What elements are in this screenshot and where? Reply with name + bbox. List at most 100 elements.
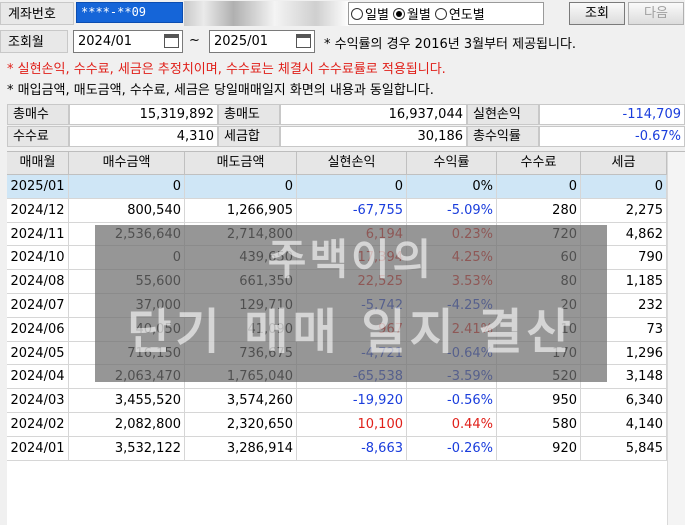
cell-buy-amount: 716,150 [69,341,185,366]
cell-buy-amount: 3,532,122 [69,436,185,461]
table-row[interactable]: 2024/03 3,455,520 3,574,260 -19,920 -0.56% 95… [7,389,685,413]
account-number-field[interactable]: ****-**09 [76,2,183,23]
col-month[interactable]: 매매월 [7,152,69,175]
cell-tax: 6,340 [581,389,667,413]
calendar-icon[interactable] [296,34,311,48]
cell-return-rate: 0% [407,175,497,199]
cell-tax: 232 [581,293,667,318]
cell-buy-amount: 55,600 [69,270,185,294]
cell-sell-amount: 1,765,040 [185,365,297,390]
cell-month: 2024/06 [7,317,69,342]
cell-return-rate: 2.41% [407,317,497,342]
cell-buy-amount: 2,082,800 [69,412,185,437]
cell-sell-amount: 129,710 [185,293,297,318]
cell-sell-amount: 3,574,260 [185,389,297,413]
table-row[interactable]: 2024/07 37,000 129,710 -5,742 -4.25% 20 232 [7,293,685,318]
account-name-redacted [184,1,349,26]
grid-header: 매매월 매수금액 매도금액 실현손익 수익률 수수료 세금 [7,152,685,175]
radio-yearly-dot[interactable] [434,7,447,20]
cell-tax: 2,275 [581,198,667,223]
monthly-trade-grid: 매매월 매수금액 매도금액 실현손익 수익률 수수료 세금 2025/01 0 0 0… [7,151,685,525]
cell-month: 2024/07 [7,293,69,318]
cell-buy-amount: 800,540 [69,198,185,223]
table-row[interactable]: 2024/06 40,050 41,090 967 2.41% 10 73 [7,317,685,342]
from-month-field[interactable]: 2024/01 [73,30,183,53]
cell-month: 2024/05 [7,341,69,366]
realized-pnl-value: -114,709 [539,104,685,125]
col-fee[interactable]: 수수료 [497,152,581,175]
to-month-value: 2025/01 [214,34,269,49]
tax-total-label: 세금합 [218,126,280,147]
total-buy-label: 총매수 [7,104,69,125]
calendar-icon[interactable] [164,34,179,48]
col-realized-pnl[interactable]: 실현손익 [297,152,407,175]
total-buy-value: 15,319,892 [69,104,218,125]
col-sell-amount[interactable]: 매도금액 [185,152,297,175]
from-month-value: 2024/01 [78,34,133,49]
search-button[interactable]: 조회 [569,2,625,25]
cell-tax: 4,140 [581,412,667,437]
cell-sell-amount: 661,350 [185,270,297,294]
radio-daily[interactable]: 일별 [351,4,389,23]
cell-buy-amount: 37,000 [69,293,185,318]
table-row[interactable]: 2024/12 800,540 1,266,905 -67,755 -5.09% 280 2… [7,198,685,223]
cell-fee: 0 [497,175,581,199]
radio-monthly-label: 월별 [406,8,431,23]
next-button[interactable]: 다음 [628,2,684,25]
query-bar: 조회월 2024/01 ~ 2025/01 * 수익률의 경우 2016년 3월… [0,29,685,54]
radio-yearly[interactable]: 연도별 [434,4,485,23]
cell-return-rate: 4.25% [407,246,497,271]
cell-buy-amount: 2,536,640 [69,222,185,247]
radio-daily-dot[interactable] [351,7,363,20]
table-row[interactable]: 2024/11 2,536,640 2,714,800 6,194 0.23% 720 4,… [7,222,685,247]
radio-monthly-dot[interactable] [392,7,405,20]
cell-sell-amount: 1,266,905 [185,198,297,223]
cell-fee: 920 [497,436,581,461]
cell-month: 2024/03 [7,389,69,413]
cell-fee: 520 [497,365,581,390]
cell-realized-pnl: 967 [297,317,407,342]
cell-tax: 0 [581,175,667,199]
cell-fee: 580 [497,412,581,437]
cell-fee: 80 [497,270,581,294]
summary-row: 총매수 15,319,892 총매도 16,937,044 실현손익 -114,… [7,104,685,125]
cell-return-rate: 3.53% [407,270,497,294]
table-row[interactable]: 2024/01 3,532,122 3,286,914 -8,663 -0.26% 920… [7,436,685,461]
total-return-label: 총수익률 [467,126,539,147]
cell-month: 2024/02 [7,412,69,437]
cell-return-rate: -0.56% [407,389,497,413]
cell-tax: 73 [581,317,667,342]
cell-return-rate: -4.25% [407,293,497,318]
cell-buy-amount: 40,050 [69,317,185,342]
table-row[interactable]: 2024/10 0 439,650 17,394 4.25% 60 790 [7,246,685,271]
cell-month: 2024/08 [7,270,69,294]
table-row[interactable]: 2025/01 0 0 0 0% 0 0 [7,175,685,199]
cell-return-rate: -0.26% [407,436,497,461]
table-row[interactable]: 2024/08 55,600 661,350 22,525 3.53% 80 1,185 [7,270,685,294]
cell-realized-pnl: -19,920 [297,389,407,413]
cell-realized-pnl: -8,663 [297,436,407,461]
cell-return-rate: -5.09% [407,198,497,223]
cell-buy-amount: 2,063,470 [69,365,185,390]
radio-monthly[interactable]: 월별 [392,4,431,23]
table-row[interactable]: 2024/02 2,082,800 2,320,650 10,100 0.44% 580 4… [7,412,685,437]
col-return-rate[interactable]: 수익률 [407,152,497,175]
to-month-field[interactable]: 2025/01 [209,30,315,53]
cell-return-rate: -0.64% [407,341,497,366]
cell-return-rate: 0.44% [407,412,497,437]
summary-row: 수수료 4,310 세금합 30,186 총수익률 -0.67% [7,126,685,147]
cell-return-rate: 0.23% [407,222,497,247]
table-row[interactable]: 2024/05 716,150 736,675 -4,721 -0.64% 170 1,29… [7,341,685,366]
cell-sell-amount: 41,090 [185,317,297,342]
col-tax[interactable]: 세금 [581,152,667,175]
cell-fee: 20 [497,293,581,318]
cell-fee: 950 [497,389,581,413]
vertical-scrollbar[interactable] [667,152,685,525]
cell-fee: 280 [497,198,581,223]
col-buy-amount[interactable]: 매수금액 [69,152,185,175]
cell-month: 2024/10 [7,246,69,271]
table-row[interactable]: 2024/04 2,063,470 1,765,040 -65,538 -3.59% 52… [7,365,685,390]
cell-sell-amount: 3,286,914 [185,436,297,461]
realized-pnl-label: 실현손익 [467,104,539,125]
cell-realized-pnl: -67,755 [297,198,407,223]
